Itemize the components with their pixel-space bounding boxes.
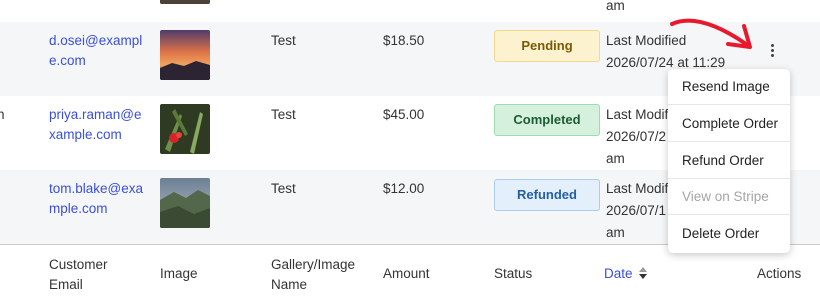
header-line: Name — [271, 277, 308, 292]
column-header-gallery[interactable]: Gallery/Image Name — [271, 255, 355, 295]
header-line: Email — [49, 277, 83, 292]
email-line: mple.com — [49, 201, 108, 216]
gallery-name: Test — [271, 107, 296, 122]
column-header-date[interactable]: Date — [604, 264, 648, 284]
column-header-image[interactable]: Image — [160, 264, 198, 284]
customer-email-link[interactable]: priya.raman@e xample.com — [49, 105, 149, 145]
menu-item-refund-order[interactable]: Refund Order — [668, 143, 790, 179]
column-header-actions: Actions — [757, 266, 802, 281]
column-header-customer-email[interactable]: Customer Email — [49, 255, 108, 295]
column-header-amount[interactable]: Amount — [383, 264, 430, 284]
column-header-status[interactable]: Status — [494, 264, 532, 284]
header-line: Gallery/Image — [271, 257, 356, 272]
email-line: d.osei@exampl — [49, 33, 143, 48]
customer-name-fragment: n — [0, 107, 5, 122]
row-actions-menu: Resend Image Complete Order Refund Order… — [668, 69, 790, 253]
status-badge: Completed — [494, 104, 600, 136]
gallery-name: Test — [271, 181, 296, 196]
menu-item-view-on-stripe: View on Stripe — [668, 179, 790, 215]
header-line: Customer — [49, 257, 108, 272]
red-arrow-annotation — [670, 18, 752, 49]
menu-item-delete-order[interactable]: Delete Order — [668, 216, 790, 252]
order-image-thumbnail[interactable] — [160, 178, 210, 228]
header-label: Date — [604, 266, 633, 281]
email-line: e.com — [49, 53, 86, 68]
menu-item-complete-order[interactable]: Complete Order — [668, 106, 790, 142]
order-image-thumbnail[interactable] — [160, 30, 210, 80]
sort-arrows-icon — [639, 267, 648, 279]
row-actions-kebab-icon[interactable] — [771, 44, 775, 59]
status-badge: Pending — [494, 30, 600, 62]
customer-email-link[interactable]: d.osei@exampl e.com — [49, 31, 149, 71]
email-line: priya.raman@e — [49, 107, 142, 122]
customer-email-link[interactable]: tom.blake@exa mple.com — [49, 179, 149, 219]
email-line: tom.blake@exa — [49, 181, 143, 196]
order-image-thumbnail[interactable] — [160, 0, 210, 4]
order-amount: $12.00 — [383, 181, 425, 196]
order-amount: $45.00 — [383, 107, 425, 122]
menu-item-resend-image[interactable]: Resend Image — [668, 69, 790, 105]
email-line: xample.com — [49, 127, 122, 142]
order-amount: $18.50 — [383, 33, 425, 48]
last-modified-fragment: am — [606, 0, 625, 13]
status-badge: Refunded — [494, 179, 600, 211]
order-image-thumbnail[interactable] — [160, 104, 210, 154]
gallery-name: Test — [271, 33, 296, 48]
